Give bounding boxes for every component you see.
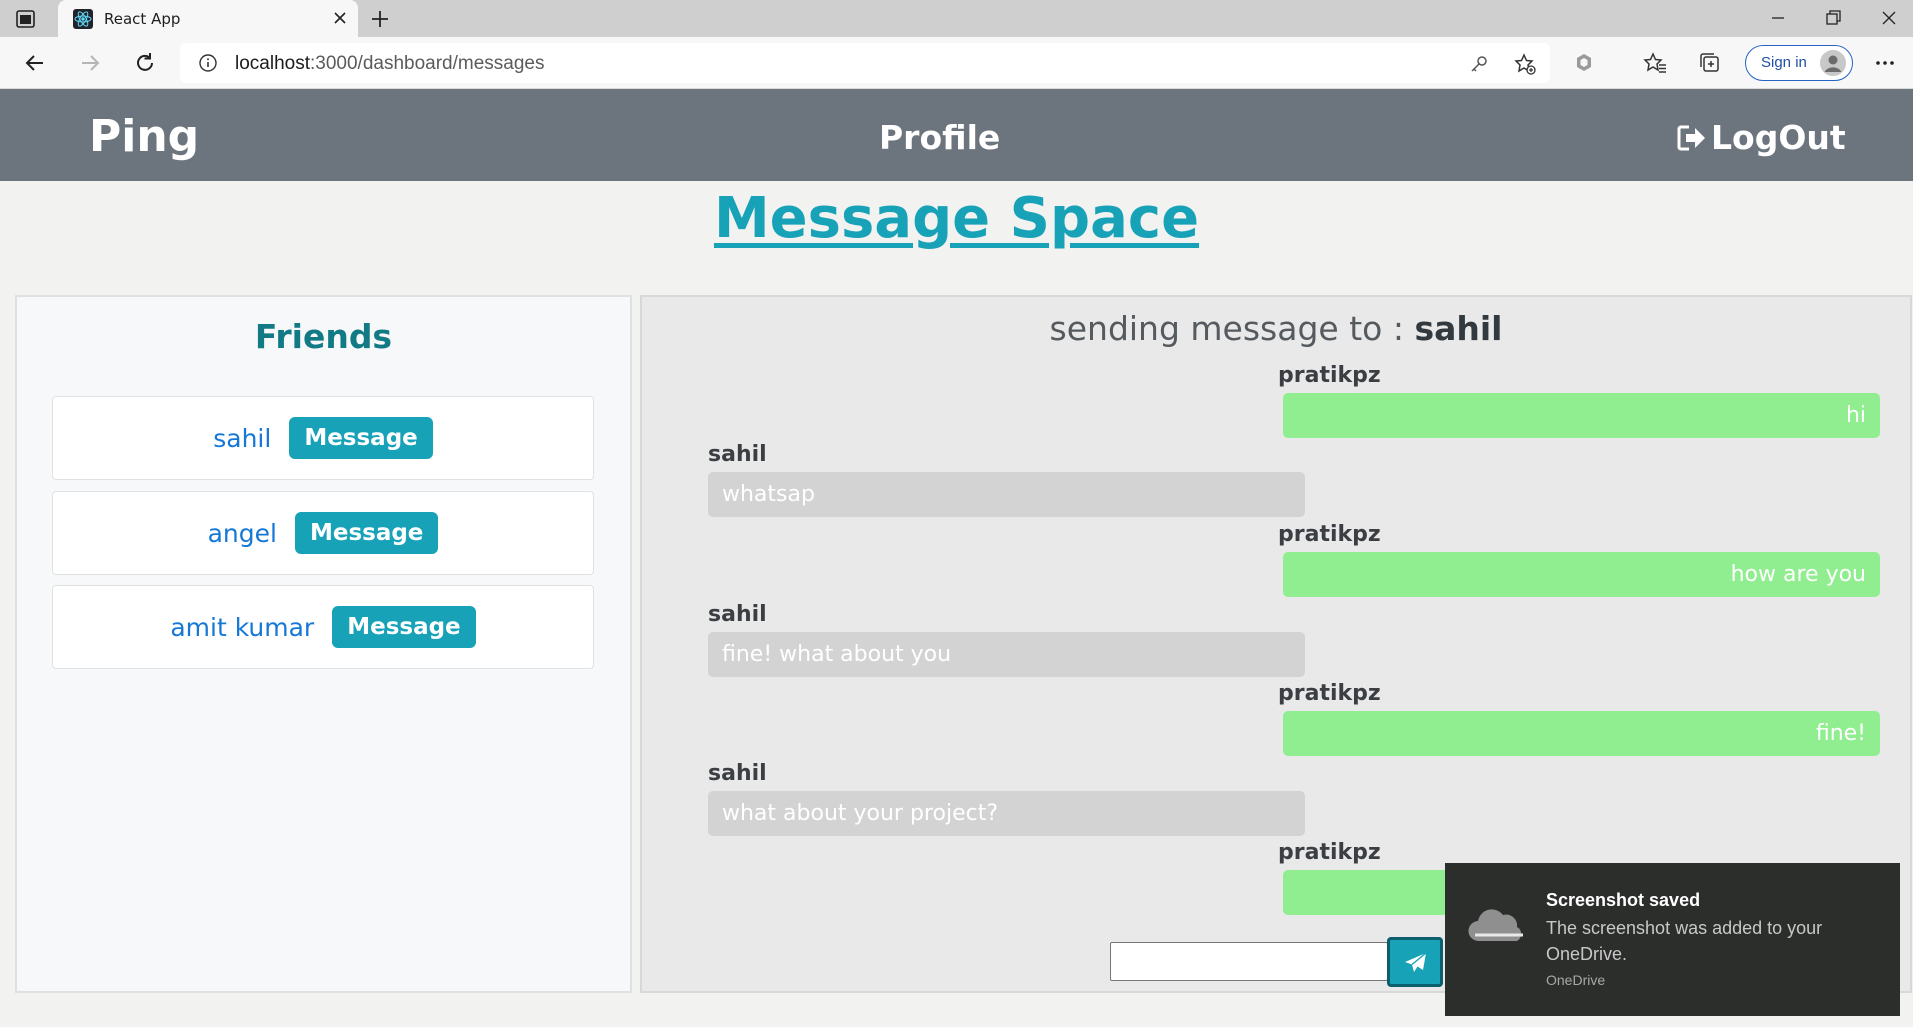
back-arrow-icon[interactable] xyxy=(22,50,48,76)
message-sender: pratikpz xyxy=(1278,363,1381,388)
message-button[interactable]: Message xyxy=(294,512,439,554)
send-button[interactable] xyxy=(1387,937,1443,987)
send-icon xyxy=(1405,952,1427,972)
friend-card: angel Message xyxy=(52,491,594,575)
message-button[interactable]: Message xyxy=(289,417,433,459)
extension-icon[interactable] xyxy=(1571,50,1597,76)
toast-title: Screenshot saved xyxy=(1546,890,1701,910)
message-sender: pratikpz xyxy=(1278,522,1381,547)
friend-name[interactable]: sahil xyxy=(213,424,271,453)
forward-arrow-icon[interactable] xyxy=(77,50,103,76)
outgoing-message: how are you xyxy=(1283,552,1880,597)
message-sender: sahil xyxy=(708,761,767,786)
outgoing-message: fine! xyxy=(1283,711,1880,756)
brand-logo[interactable]: Ping xyxy=(89,111,199,162)
user-avatar-icon xyxy=(1820,50,1846,76)
incoming-message: fine! what about you xyxy=(708,632,1305,677)
tab-actions-icon[interactable] xyxy=(14,8,38,30)
browser-tab-bar: React App xyxy=(0,0,1913,37)
refresh-icon[interactable] xyxy=(132,50,158,76)
message-button[interactable]: Message xyxy=(332,606,476,648)
friends-title: Friends xyxy=(254,317,393,356)
info-icon[interactable] xyxy=(198,53,218,73)
url-path: :3000/dashboard/messages xyxy=(310,53,545,74)
tab-title: React App xyxy=(104,10,181,28)
toast-source: OneDrive xyxy=(1546,972,1606,988)
toast-body: The screenshot was added to your OneDriv… xyxy=(1546,918,1823,964)
react-logo-icon xyxy=(73,9,93,29)
minimize-icon[interactable] xyxy=(1764,6,1792,30)
friend-name[interactable]: angel xyxy=(208,519,277,548)
url-host: localhost xyxy=(235,53,310,74)
collections-icon[interactable] xyxy=(1697,50,1723,76)
url-text: localhost:3000/dashboard/messages xyxy=(235,53,545,75)
key-icon[interactable] xyxy=(1467,52,1491,76)
outgoing-message: hi xyxy=(1283,393,1880,438)
plus-icon[interactable] xyxy=(368,8,392,30)
chat-recipient: sahil xyxy=(1414,309,1503,348)
friend-card: amit kumar Message xyxy=(52,585,594,669)
message-input[interactable] xyxy=(1110,942,1388,981)
star-add-icon[interactable] xyxy=(1513,52,1537,76)
message-sender: sahil xyxy=(708,602,767,627)
sign-in-label: Sign in xyxy=(1761,54,1807,71)
window-close-icon[interactable] xyxy=(1875,6,1903,30)
onedrive-toast[interactable]: Screenshot saved The screenshot was adde… xyxy=(1445,863,1900,1016)
restore-icon[interactable] xyxy=(1819,6,1847,30)
address-bar[interactable]: localhost:3000/dashboard/messages xyxy=(180,43,1550,83)
app-navbar: Ping Profile LogOut xyxy=(0,89,1913,181)
browser-tab[interactable]: React App xyxy=(58,0,358,37)
logout-icon xyxy=(1677,125,1705,150)
browser-toolbar: localhost:3000/dashboard/messages Sign i… xyxy=(0,37,1913,89)
favorites-icon[interactable] xyxy=(1642,50,1668,76)
chat-header-prefix: sending message to : xyxy=(1049,309,1415,348)
logout-link[interactable]: LogOut xyxy=(1676,118,1846,157)
more-icon[interactable] xyxy=(1872,50,1898,76)
message-sender: pratikpz xyxy=(1278,681,1381,706)
message-sender: sahil xyxy=(708,442,767,467)
logout-label: LogOut xyxy=(1711,118,1846,157)
friends-panel: Friends sahil Message angel Message amit… xyxy=(15,295,632,993)
chat-header: sending message to : sahil xyxy=(642,309,1910,348)
page-title: Message Space xyxy=(713,186,1200,251)
incoming-message: what about your project? xyxy=(708,791,1305,836)
sign-in-button[interactable]: Sign in xyxy=(1745,45,1853,81)
incoming-message: whatsap xyxy=(708,472,1305,517)
cloud-icon xyxy=(1468,909,1523,942)
message-sender: pratikpz xyxy=(1278,840,1381,865)
close-icon[interactable] xyxy=(330,8,350,28)
profile-link[interactable]: Profile xyxy=(879,118,1000,157)
friend-card: sahil Message xyxy=(52,396,594,480)
friend-name[interactable]: amit kumar xyxy=(170,613,314,642)
